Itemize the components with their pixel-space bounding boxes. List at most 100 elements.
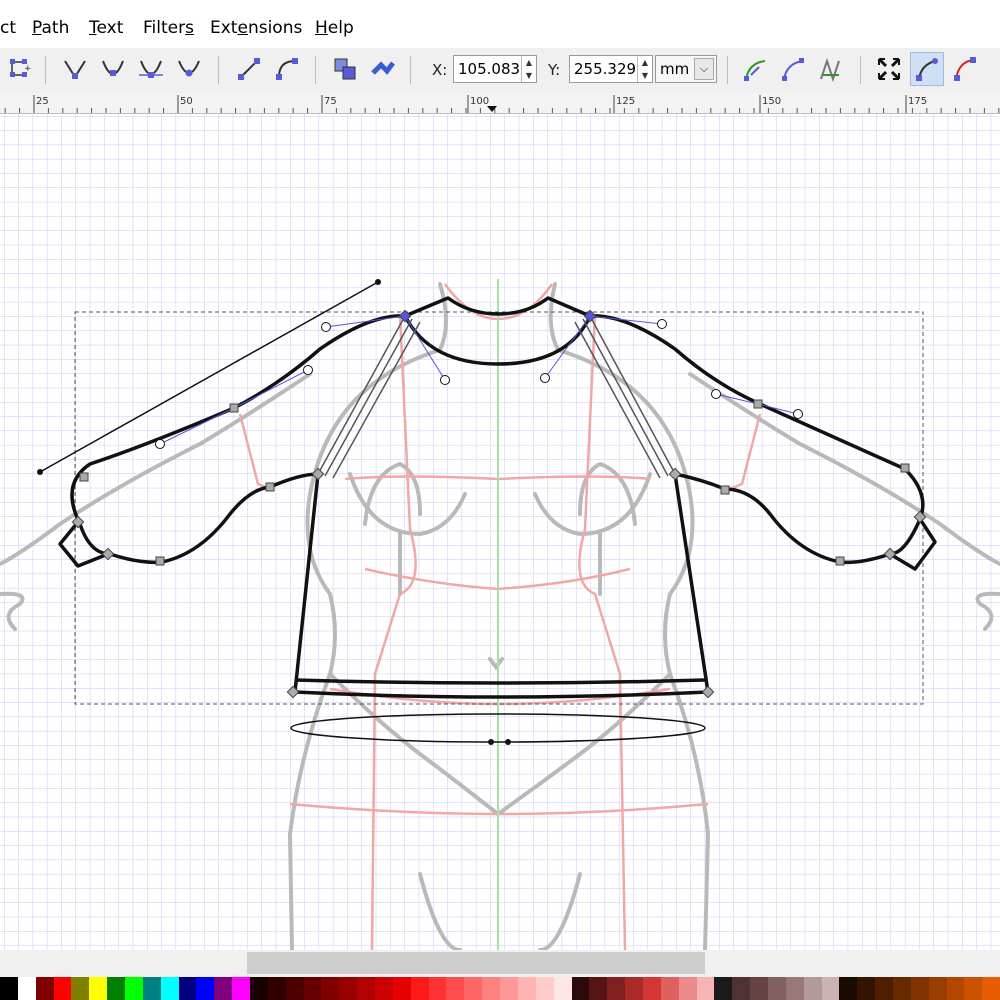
palette-swatch[interactable]: [178, 977, 197, 1000]
drawing-canvas[interactable]: [0, 114, 1000, 950]
palette-swatch[interactable]: [857, 977, 876, 1000]
palette-swatch[interactable]: [803, 977, 822, 1000]
segment-curve-icon[interactable]: [270, 52, 304, 86]
ruler-label: 25: [36, 96, 49, 107]
color-palette: [0, 977, 1000, 1000]
menu-item-0[interactable]: ct: [0, 18, 16, 38]
palette-swatch[interactable]: [714, 977, 733, 1000]
palette-swatch[interactable]: [71, 977, 90, 1000]
palette-swatch[interactable]: [214, 977, 233, 1000]
palette-swatch[interactable]: [339, 977, 358, 1000]
handle-endpoint[interactable]: [375, 279, 381, 285]
join-nodes-icon[interactable]: +: [2, 52, 36, 86]
palette-swatch[interactable]: [535, 977, 554, 1000]
palette-swatch[interactable]: [196, 977, 215, 1000]
scrollbar-thumb[interactable]: [247, 952, 705, 974]
menu-item-2[interactable]: Text: [89, 18, 123, 38]
cusp-node-icon[interactable]: [58, 52, 92, 86]
show-transform-handles-icon[interactable]: [872, 52, 906, 86]
palette-swatch[interactable]: [89, 977, 108, 1000]
palette-swatch[interactable]: [660, 977, 679, 1000]
canvas-drawing: [0, 114, 1000, 950]
palette-swatch[interactable]: [142, 977, 161, 1000]
palette-swatch[interactable]: [53, 977, 72, 1000]
palette-swatch[interactable]: [0, 977, 18, 1000]
palette-swatch[interactable]: [107, 977, 126, 1000]
y-spin-arrows[interactable]: ▲ ▼: [637, 56, 652, 82]
menu-item-1[interactable]: Path: [32, 18, 69, 38]
palette-swatch[interactable]: [607, 977, 626, 1000]
palette-swatch[interactable]: [964, 977, 983, 1000]
ruler-label: 175: [908, 96, 927, 107]
show-path-outline-icon[interactable]: [948, 52, 982, 86]
palette-swatch[interactable]: [839, 977, 858, 1000]
stroke-to-path-icon[interactable]: [366, 52, 400, 86]
palette-swatch[interactable]: [357, 977, 376, 1000]
palette-swatch[interactable]: [500, 977, 518, 1000]
palette-swatch[interactable]: [17, 977, 36, 1000]
palette-swatch[interactable]: [482, 977, 501, 1000]
palette-swatch[interactable]: [696, 977, 715, 1000]
palette-swatch[interactable]: [446, 977, 465, 1000]
palette-swatch[interactable]: [464, 977, 483, 1000]
auto-smooth-node-icon[interactable]: [172, 52, 206, 86]
horizontal-scrollbar[interactable]: [0, 950, 1000, 977]
palette-swatch[interactable]: [517, 977, 536, 1000]
palette-swatch[interactable]: [928, 977, 947, 1000]
show-path-effects-icon[interactable]: [814, 52, 848, 86]
palette-swatch[interactable]: [375, 977, 393, 1000]
symmetric-node-icon[interactable]: [134, 52, 168, 86]
palette-swatch[interactable]: [785, 977, 804, 1000]
horizontal-ruler[interactable]: 25 50 75 100 125 150 175: [0, 93, 1000, 114]
palette-swatch[interactable]: [625, 977, 643, 1000]
ellipse-node[interactable]: [505, 739, 511, 745]
palette-swatch[interactable]: [392, 977, 411, 1000]
x-coordinate-input[interactable]: [454, 56, 522, 81]
x-coordinate-field[interactable]: ▲▼: [453, 55, 537, 83]
ellipse-node[interactable]: [488, 739, 494, 745]
palette-swatch[interactable]: [553, 977, 572, 1000]
palette-swatch[interactable]: [571, 977, 590, 1000]
ruler-label: 125: [616, 96, 635, 107]
smooth-node-icon[interactable]: [96, 52, 130, 86]
palette-swatch[interactable]: [267, 977, 286, 1000]
palette-swatch[interactable]: [910, 977, 929, 1000]
show-clipping-path-icon[interactable]: [738, 52, 772, 86]
palette-swatch[interactable]: [35, 977, 54, 1000]
handle-endpoint[interactable]: [37, 469, 43, 475]
palette-swatch[interactable]: [732, 977, 751, 1000]
menu-item-5[interactable]: Help: [315, 18, 354, 38]
palette-swatch[interactable]: [321, 977, 340, 1000]
palette-swatch[interactable]: [767, 977, 786, 1000]
palette-swatch[interactable]: [946, 977, 965, 1000]
palette-swatch[interactable]: [160, 977, 179, 1000]
segment-line-icon[interactable]: [232, 52, 266, 86]
palette-swatch[interactable]: [250, 977, 268, 1000]
show-mask-icon[interactable]: [776, 52, 810, 86]
unit-select[interactable]: mm ⌵: [655, 55, 717, 83]
palette-swatch[interactable]: [642, 977, 661, 1000]
palette-swatch[interactable]: [303, 977, 322, 1000]
ruler-label: 100: [470, 96, 489, 107]
palette-swatch[interactable]: [678, 977, 697, 1000]
palette-swatch[interactable]: [232, 977, 251, 1000]
object-to-path-icon[interactable]: [328, 52, 362, 86]
palette-swatch[interactable]: [892, 977, 911, 1000]
palette-swatch[interactable]: [750, 977, 768, 1000]
menu-item-4[interactable]: Extensions: [210, 18, 302, 38]
palette-swatch[interactable]: [982, 977, 1000, 1000]
palette-swatch[interactable]: [875, 977, 893, 1000]
palette-swatch[interactable]: [410, 977, 429, 1000]
y-coordinate-field[interactable]: ▲▼: [569, 55, 653, 83]
menu-item-3[interactable]: Filters: [143, 18, 194, 38]
chevron-down-icon[interactable]: ⌵: [694, 58, 714, 80]
x-spin-arrows[interactable]: ▲ ▼: [521, 56, 536, 82]
palette-swatch[interactable]: [125, 977, 143, 1000]
y-coordinate-input[interactable]: [570, 56, 638, 81]
palette-swatch[interactable]: [428, 977, 447, 1000]
unit-value: mm: [660, 60, 690, 78]
show-bezier-handles-icon[interactable]: [910, 52, 944, 86]
palette-swatch[interactable]: [589, 977, 608, 1000]
palette-swatch[interactable]: [821, 977, 840, 1000]
palette-swatch[interactable]: [285, 977, 304, 1000]
